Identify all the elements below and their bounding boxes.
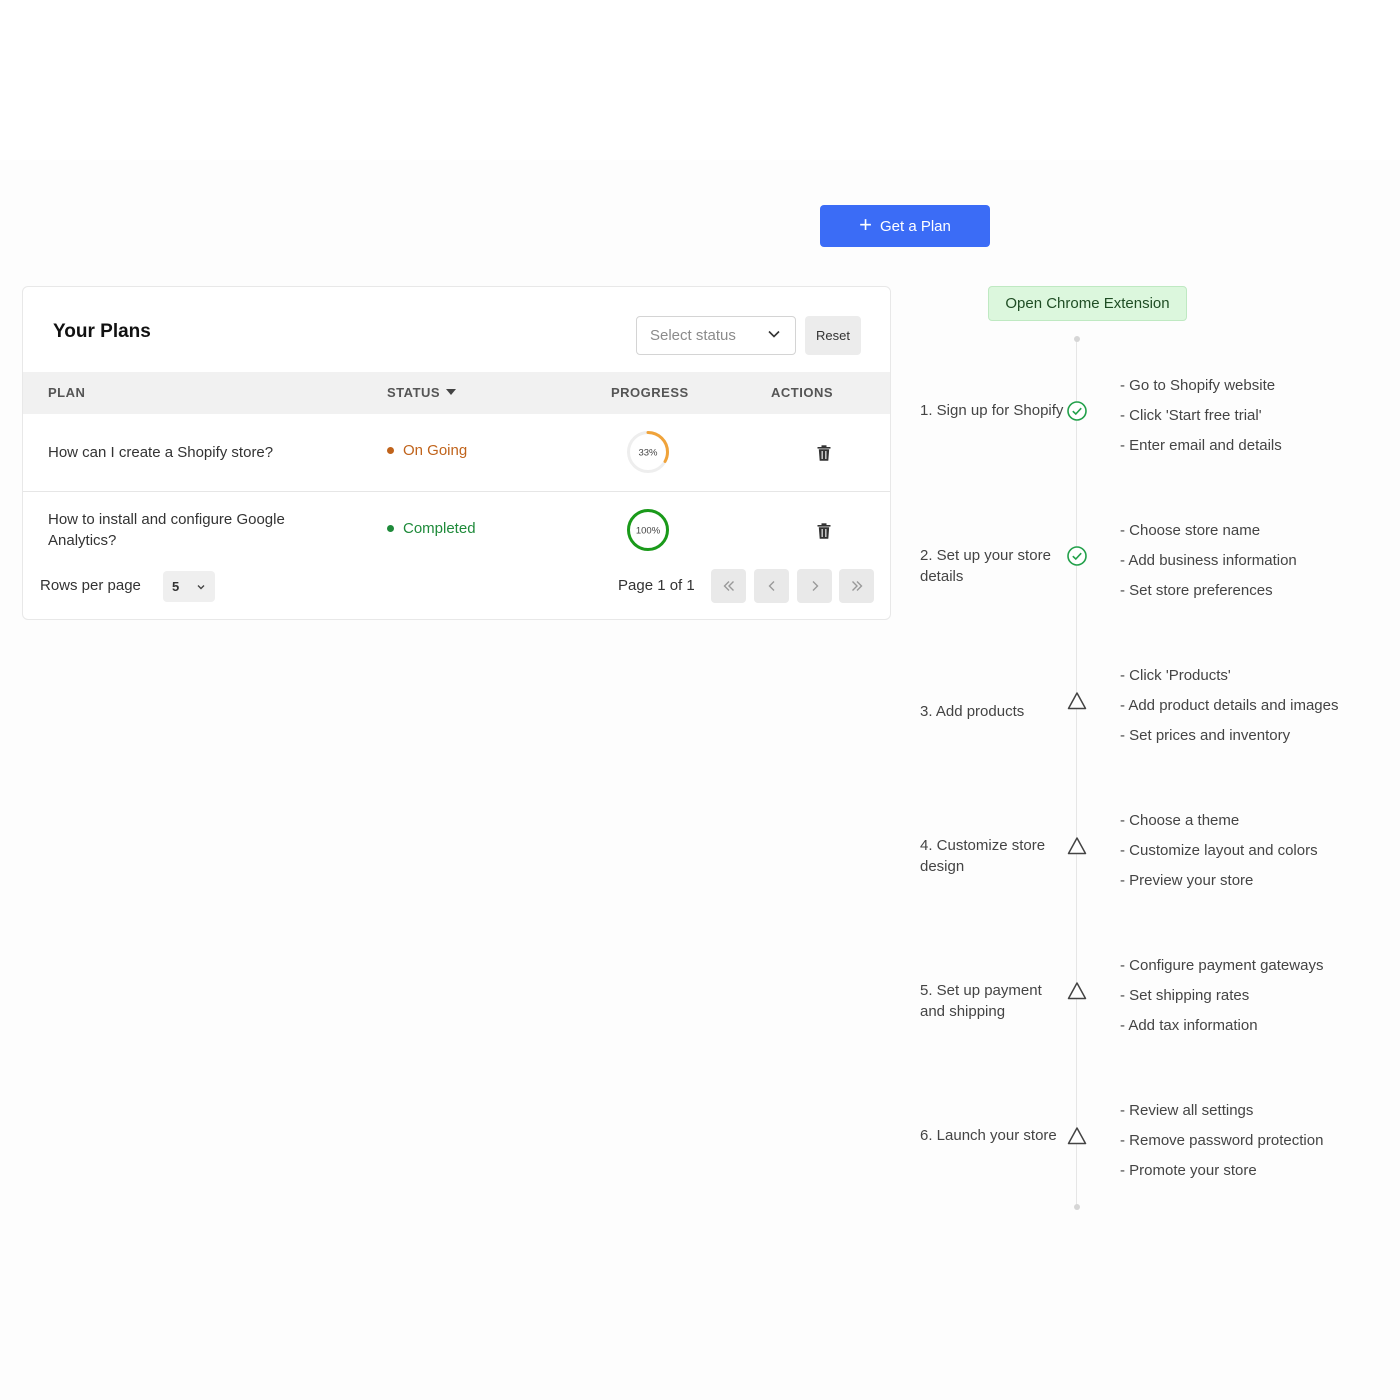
trash-icon[interactable] bbox=[817, 523, 831, 539]
plans-card: Your Plans Select status Reset PLAN STAT… bbox=[22, 286, 891, 620]
chevron-down-icon bbox=[768, 330, 780, 338]
reset-button[interactable]: Reset bbox=[805, 316, 861, 355]
step-title: 2. Set up your store details bbox=[920, 547, 1051, 585]
step-substep: - Go to Shopify website bbox=[1120, 377, 1276, 394]
step-title: 1. Sign up for Shopify bbox=[920, 402, 1064, 419]
chevron-down-icon bbox=[197, 585, 205, 590]
step-substep: - Choose store name bbox=[1120, 522, 1261, 539]
status-badge: Completed bbox=[387, 520, 476, 537]
col-progress: PROGRESS bbox=[611, 385, 689, 400]
col-actions: ACTIONS bbox=[771, 385, 833, 400]
table-header: PLAN STATUS PROGRESS ACTIONS bbox=[23, 372, 890, 414]
step-substep: - Set shipping rates bbox=[1120, 987, 1250, 1004]
progress-ring: 33% bbox=[627, 431, 669, 473]
first-page-button[interactable] bbox=[711, 569, 746, 603]
step-substep: - Set prices and inventory bbox=[1120, 727, 1291, 744]
step-substep: - Remove password protection bbox=[1120, 1132, 1324, 1149]
warning-triangle-icon bbox=[1067, 982, 1087, 1000]
plus-icon: + bbox=[859, 212, 872, 237]
step-substep: - Customize layout and colors bbox=[1120, 842, 1318, 859]
step-substep: - Promote your store bbox=[1120, 1162, 1257, 1179]
plan-name[interactable]: How to install and configure Google Anal… bbox=[48, 509, 348, 551]
step-substep: - Set store preferences bbox=[1120, 582, 1273, 599]
open-chrome-extension-button[interactable]: Open Chrome Extension bbox=[988, 286, 1187, 321]
step-substep: - Preview your store bbox=[1120, 872, 1254, 889]
table-row[interactable]: How can I create a Shopify store? On Goi… bbox=[23, 414, 890, 492]
timeline-start-dot bbox=[1074, 336, 1080, 342]
check-circle-icon bbox=[1067, 401, 1087, 421]
step-title: 5. Set up payment and shipping bbox=[920, 982, 1042, 1020]
step-substep: - Configure payment gateways bbox=[1120, 957, 1324, 974]
step-substep: - Choose a theme bbox=[1120, 812, 1240, 829]
col-status-label: STATUS bbox=[387, 385, 441, 400]
timeline-line bbox=[1076, 340, 1077, 1208]
next-page-button[interactable] bbox=[797, 569, 832, 603]
chevrons-left-icon bbox=[723, 581, 734, 591]
page-info: Page 1 of 1 bbox=[618, 577, 695, 594]
progress-label: 33% bbox=[638, 448, 658, 459]
get-a-plan-label: Get a Plan bbox=[879, 217, 951, 235]
rows-per-page-select[interactable]: 5 bbox=[163, 571, 215, 602]
step-substep: - Enter email and details bbox=[1120, 437, 1282, 454]
step-substep: - Review all settings bbox=[1120, 1102, 1254, 1119]
warning-triangle-icon bbox=[1067, 692, 1087, 710]
step-substep: - Click 'Start free trial' bbox=[1120, 407, 1262, 424]
status-dot bbox=[387, 447, 394, 454]
step-substep: - Add business information bbox=[1120, 552, 1297, 569]
get-a-plan-button[interactable]: + Get a Plan bbox=[820, 205, 990, 247]
chevrons-right-icon bbox=[851, 581, 862, 591]
rows-per-page-value: 5 bbox=[172, 579, 180, 594]
col-status[interactable]: STATUS bbox=[387, 385, 457, 400]
status-text: Completed bbox=[403, 520, 476, 537]
timeline-end-dot bbox=[1074, 1204, 1080, 1210]
step-title: 3. Add products bbox=[920, 702, 1025, 720]
step-title: 6. Launch your store bbox=[920, 1127, 1057, 1144]
trash-icon[interactable] bbox=[817, 445, 831, 461]
chevron-left-icon bbox=[768, 581, 774, 591]
top-band bbox=[0, 0, 1400, 160]
status-dot bbox=[387, 525, 394, 532]
plan-name[interactable]: How can I create a Shopify store? bbox=[48, 442, 348, 463]
progress-label: 100% bbox=[636, 526, 661, 537]
status-select-placeholder: Select status bbox=[650, 327, 736, 344]
step-title: 4. Customize store design bbox=[920, 837, 1046, 875]
status-badge: On Going bbox=[387, 442, 467, 459]
col-plan: PLAN bbox=[48, 385, 86, 400]
last-page-button[interactable] bbox=[839, 569, 874, 603]
status-select[interactable]: Select status bbox=[636, 316, 796, 355]
rows-per-page-label: Rows per page bbox=[40, 577, 141, 594]
check-circle-icon bbox=[1067, 546, 1087, 566]
step-substep: - Add tax information bbox=[1120, 1017, 1258, 1034]
step-substep: - Add product details and images bbox=[1120, 697, 1339, 714]
warning-triangle-icon bbox=[1067, 1127, 1087, 1145]
progress-ring: 100% bbox=[627, 509, 669, 551]
sort-caret-icon bbox=[446, 389, 457, 395]
warning-triangle-icon bbox=[1067, 837, 1087, 855]
table-row[interactable]: How to install and configure Google Anal… bbox=[23, 492, 890, 570]
plans-title: Your Plans bbox=[53, 321, 151, 342]
prev-page-button[interactable] bbox=[754, 569, 789, 603]
step-substep: - Click 'Products' bbox=[1120, 667, 1231, 684]
status-text: On Going bbox=[403, 442, 468, 459]
chevron-right-icon bbox=[812, 581, 818, 591]
